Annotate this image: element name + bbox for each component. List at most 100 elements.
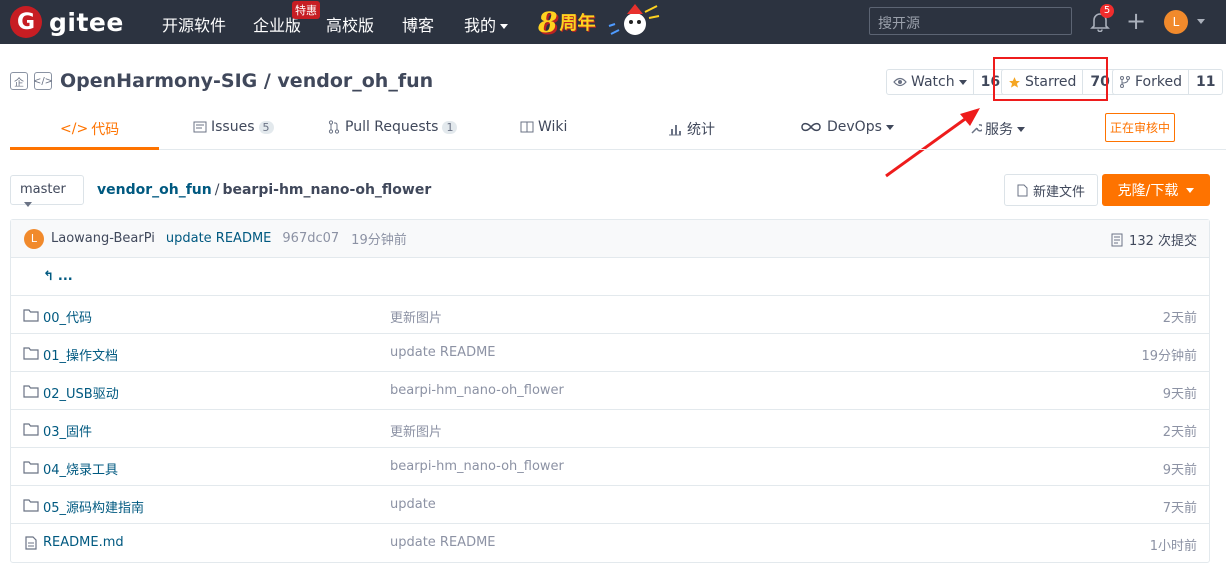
file-name-link[interactable]: README.md — [43, 535, 124, 550]
enterprise-icon: 企 — [10, 72, 28, 90]
file-table: L Laowang-BearPi update README 967dc07 1… — [10, 219, 1210, 563]
file-commit-message[interactable]: update README — [390, 345, 496, 360]
chevron-down-icon — [500, 24, 509, 29]
commit-author[interactable]: Laowang-BearPi — [51, 231, 155, 246]
tab-wiki[interactable]: Wiki — [520, 119, 567, 135]
file-commit-time: 9天前 — [1162, 387, 1197, 402]
enterprise-promo-badge: 特惠 — [292, 1, 320, 19]
search-input[interactable]: 搜开源 — [869, 7, 1072, 35]
breadcrumb-current: bearpi-hm_nano-oh_flower — [222, 182, 432, 198]
file-icon — [1017, 184, 1028, 196]
tab-issues-label: Issues — [211, 119, 255, 135]
chevron-down-icon[interactable] — [1197, 19, 1205, 24]
file-commit-time: 1小时前 — [1149, 539, 1197, 554]
tab-pull-requests-label: Pull Requests — [345, 119, 439, 135]
file-commit-time: 19分钟前 — [1141, 349, 1197, 364]
nav-mine-label: 我的 — [464, 16, 497, 35]
notification-count-badge: 5 — [1100, 4, 1114, 18]
fork-icon — [1120, 76, 1130, 88]
file-row[interactable]: 05_源码构建指南 update 7天前 — [11, 486, 1209, 524]
tab-wiki-label: Wiki — [538, 119, 568, 135]
tab-devops[interactable]: DevOps — [801, 119, 894, 135]
file-name-link[interactable]: 04_烧录工具 — [43, 459, 118, 478]
fork-button[interactable]: Forked — [1113, 70, 1189, 94]
file-commit-message[interactable]: bearpi-hm_nano-oh_flower — [390, 383, 564, 398]
file-commit-message[interactable]: 更新图片 — [390, 307, 442, 326]
nav-education[interactable]: 高校版 — [326, 12, 374, 36]
folder-icon — [23, 423, 39, 436]
code-icon: </> — [60, 121, 89, 137]
history-list-icon — [1111, 233, 1123, 246]
active-tab-underline — [10, 147, 159, 150]
anniversary-number: 8 — [538, 5, 558, 39]
tab-services[interactable]: 服务 — [970, 119, 1025, 139]
file-name-link[interactable]: 00_代码 — [43, 307, 92, 326]
anniversary-banner[interactable]: 8 周年 — [538, 4, 661, 40]
chevron-down-icon — [1017, 126, 1025, 132]
file-commit-time: 9天前 — [1162, 463, 1197, 478]
new-file-label: 新建文件 — [1032, 184, 1085, 200]
issues-count-badge: 5 — [258, 120, 274, 134]
file-row[interactable]: 00_代码 更新图片 2天前 — [11, 296, 1209, 334]
new-file-button[interactable]: 新建文件 — [1004, 174, 1098, 206]
commit-message[interactable]: update README — [166, 231, 272, 246]
file-name-link[interactable]: 05_源码构建指南 — [43, 497, 144, 516]
file-row[interactable]: 03_固件 更新图片 2天前 — [11, 410, 1209, 448]
user-avatar[interactable]: L — [1164, 10, 1188, 34]
code-repo-icon: </> — [33, 72, 53, 90]
file-commit-time: 2天前 — [1162, 311, 1197, 326]
nav-mine[interactable]: 我的 — [464, 12, 509, 36]
chevron-down-icon — [24, 202, 32, 207]
parent-directory-row[interactable]: ↰ ... — [11, 258, 1209, 296]
branch-select[interactable]: master — [10, 175, 84, 207]
file-name-link[interactable]: 03_固件 — [43, 421, 92, 440]
file-row[interactable]: 02_USB驱动 bearpi-hm_nano-oh_flower 9天前 — [11, 372, 1209, 410]
clone-download-button[interactable]: 克隆/下载 — [1102, 174, 1210, 206]
watch-label: Watch — [911, 74, 955, 90]
mascot-icon — [609, 4, 660, 35]
tab-code[interactable]: </> 代码 — [60, 119, 119, 139]
file-row[interactable]: 04_烧录工具 bearpi-hm_nano-oh_flower 9天前 — [11, 448, 1209, 486]
nav-open-source[interactable]: 开源软件 — [162, 12, 226, 36]
file-name-link[interactable]: 02_USB驱动 — [43, 383, 119, 402]
breadcrumb-root[interactable]: vendor_oh_fun — [97, 182, 212, 198]
watch-button[interactable]: Watch — [887, 70, 974, 94]
breadcrumb-separator: / — [214, 182, 220, 198]
file-name-link[interactable]: 01_操作文档 — [43, 345, 118, 364]
file-commit-message[interactable]: 更新图片 — [390, 421, 442, 440]
repo-name-link[interactable]: OpenHarmony-SIG / vendor_oh_fun — [60, 70, 433, 92]
repo-tabs: </> 代码 Issues 5 Pull Requests 1 Wiki 统计 — [10, 108, 1226, 150]
commit-sha[interactable]: 967dc07 — [282, 231, 339, 246]
file-commit-message[interactable]: update README — [390, 535, 496, 550]
commit-total: 132 次提交 — [1129, 234, 1197, 249]
parent-directory-label: ... — [57, 269, 73, 284]
bar-chart-icon — [669, 125, 681, 136]
folder-icon — [23, 385, 39, 398]
anniversary-text: 周年 — [559, 13, 596, 34]
wiki-book-icon — [520, 121, 534, 133]
review-status-badge: 正在审核中 — [1105, 113, 1176, 142]
tab-pull-requests[interactable]: Pull Requests 1 — [328, 119, 458, 135]
chevron-down-icon — [1186, 187, 1195, 193]
branch-name: master — [20, 182, 66, 197]
tab-statistics[interactable]: 统计 — [668, 119, 715, 139]
clone-download-label: 克隆/下载 — [1117, 183, 1179, 199]
tab-services-label: 服务 — [985, 122, 1013, 138]
file-row[interactable]: README.md update README 1小时前 — [11, 524, 1209, 562]
nav-blog[interactable]: 博客 — [402, 12, 434, 36]
fork-count[interactable]: 11 — [1189, 70, 1222, 94]
fork-label: Forked — [1135, 74, 1182, 90]
commit-history-link[interactable]: 132 次提交 — [1111, 230, 1197, 249]
repo-title: 企 </> OpenHarmony-SIG / vendor_oh_fun — [10, 68, 433, 94]
eye-icon — [893, 77, 907, 87]
tab-issues[interactable]: Issues 5 — [193, 119, 274, 135]
file-commit-message[interactable]: update — [390, 497, 436, 512]
add-icon[interactable]: + — [1126, 9, 1146, 33]
pull-request-icon — [328, 120, 340, 134]
fork-button-group: Forked 11 — [1112, 69, 1224, 95]
commit-author-avatar[interactable]: L — [24, 228, 44, 249]
file-commit-message[interactable]: bearpi-hm_nano-oh_flower — [390, 459, 564, 474]
tab-code-label: 代码 — [91, 122, 120, 138]
file-row[interactable]: 01_操作文档 update README 19分钟前 — [11, 334, 1209, 372]
gitee-logo[interactable]: G gitee — [10, 6, 124, 38]
